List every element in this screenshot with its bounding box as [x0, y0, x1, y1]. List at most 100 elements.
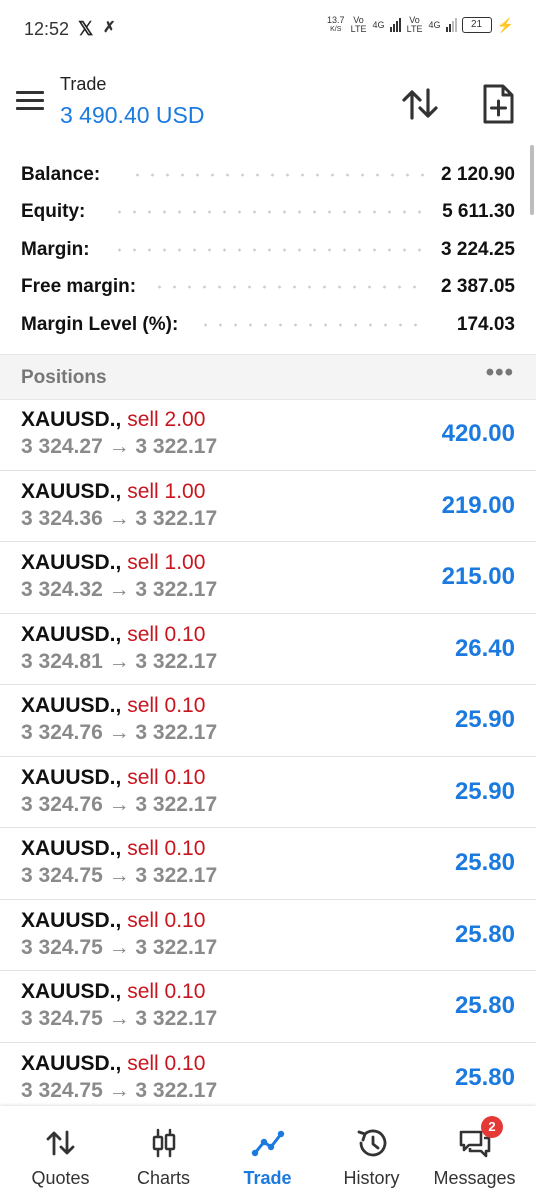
app-header: Trade 3 490.40 USD	[0, 60, 536, 144]
position-profit: 219.00	[441, 491, 515, 519]
nav-label: Messages	[433, 1168, 516, 1188]
nav-label: History	[343, 1168, 400, 1188]
history-icon	[357, 1129, 386, 1157]
position-row[interactable]: XAUUSD., sell 1.00 3 324.36 → 3 322.17 2…	[0, 471, 536, 542]
sort-icon[interactable]	[400, 84, 440, 124]
x-icon: 𝕏	[78, 19, 94, 40]
position-row[interactable]: XAUUSD., sell 2.00 3 324.27 → 3 322.17 4…	[0, 399, 536, 471]
position-symbol: XAUUSD.,	[21, 980, 122, 1003]
status-indicators: 13.7 K/S Vo LTE 4G Vo LTE 4G 21 ⚡	[327, 16, 514, 34]
charging-icon: ⚡	[496, 16, 514, 33]
position-profit: 25.90	[454, 706, 515, 733]
dotted-leader	[112, 247, 424, 252]
position-profit: 25.80	[454, 992, 515, 1019]
quotes-icon	[46, 1130, 74, 1156]
position-prices: 3 324.76 → 3 322.17	[21, 721, 218, 744]
position-row[interactable]: XAUUSD., sell 0.10 3 324.75 → 3 322.17 2…	[0, 900, 536, 971]
summary-row-balance: Balance: 2 120.90	[0, 156, 536, 194]
positions-list: XAUUSD., sell 2.00 3 324.27 → 3 322.17 4…	[0, 399, 536, 1114]
new-order-icon[interactable]	[478, 82, 518, 126]
summary-value: 174.03	[456, 313, 515, 335]
position-side: sell 0.10	[127, 1051, 206, 1075]
summary-label: Balance:	[21, 163, 101, 185]
positions-title: Positions	[21, 367, 107, 388]
position-side: sell 0.10	[127, 908, 206, 932]
charts-icon	[152, 1128, 175, 1158]
nav-label: Charts	[136, 1168, 190, 1188]
position-side: sell 0.10	[127, 765, 206, 789]
positions-header: Positions •••	[0, 354, 536, 400]
nav-label: Trade	[243, 1168, 292, 1188]
summary-row-margin-level: Margin Level (%): 174.03	[0, 306, 536, 344]
position-side: sell 1.00	[127, 479, 206, 503]
position-side: sell 1.00	[127, 551, 206, 574]
summary-value: 2 387.05	[441, 276, 515, 298]
sim1-tech: 4G	[372, 19, 385, 30]
sim2-volte: Vo LTE	[406, 15, 423, 34]
position-profit: 25.80	[454, 1063, 515, 1091]
nav-quotes[interactable]: Quotes	[7, 1106, 114, 1199]
summary-label: Margin:	[21, 238, 90, 260]
signal-icon	[389, 18, 401, 32]
position-side: sell 0.10	[127, 837, 206, 860]
position-profit: 25.90	[454, 777, 515, 805]
position-prices: 3 324.76 → 3 322.17	[21, 792, 218, 816]
sim2-tech: 4G	[428, 19, 441, 30]
position-row[interactable]: XAUUSD., sell 1.00 3 324.32 → 3 322.17 2…	[0, 542, 536, 614]
signal-icon	[445, 18, 457, 32]
sim1-volte: Vo LTE	[350, 15, 367, 34]
position-prices: 3 324.32 → 3 322.17	[21, 578, 218, 601]
account-summary: Balance: 2 120.90 Equity: 5 611.30 Margi…	[0, 156, 536, 344]
position-prices: 3 324.81 → 3 322.17	[21, 649, 218, 673]
nav-trade[interactable]: Trade	[214, 1106, 321, 1199]
position-prices: 3 324.75 → 3 322.17	[21, 935, 218, 959]
n-icon: ✗	[103, 19, 116, 36]
summary-label: Equity:	[21, 201, 86, 223]
dotted-leader	[130, 172, 424, 177]
position-prices: 3 324.36 → 3 322.17	[21, 506, 218, 530]
position-row[interactable]: XAUUSD., sell 0.10 3 324.76 → 3 322.17 2…	[0, 685, 536, 757]
summary-label: Margin Level (%):	[21, 313, 179, 335]
menu-icon[interactable]	[16, 91, 44, 111]
position-row[interactable]: XAUUSD., sell 0.10 3 324.75 → 3 322.17 2…	[0, 828, 536, 900]
summary-label: Free margin:	[21, 276, 137, 298]
dotted-leader	[152, 285, 424, 290]
position-side: sell 0.10	[127, 694, 206, 717]
bottom-nav: Quotes Charts Trade History 2 Messages	[0, 1106, 536, 1199]
dotted-leader	[198, 322, 424, 327]
summary-row-free-margin: Free margin: 2 387.05	[0, 269, 536, 307]
nav-history[interactable]: History	[318, 1106, 425, 1199]
nav-charts[interactable]: Charts	[110, 1106, 217, 1199]
position-side: sell 2.00	[127, 408, 206, 431]
position-prices: 3 324.75 → 3 322.17	[21, 1007, 218, 1030]
more-icon[interactable]: •••	[486, 359, 514, 387]
notification-badge: 2	[481, 1116, 503, 1138]
position-row[interactable]: XAUUSD., sell 0.10 3 324.75 → 3 322.17 2…	[0, 971, 536, 1043]
position-profit: 25.80	[454, 849, 515, 876]
position-row[interactable]: XAUUSD., sell 0.10 3 324.81 → 3 322.17 2…	[0, 614, 536, 685]
position-prices: 3 324.75 → 3 322.17	[21, 1078, 218, 1102]
net-speed: 13.7 K/S	[327, 15, 345, 34]
summary-value: 3 224.25	[441, 238, 515, 260]
position-symbol: XAUUSD.,	[21, 837, 122, 860]
position-symbol: XAUUSD.,	[21, 551, 122, 574]
position-profit: 420.00	[441, 420, 515, 447]
summary-row-margin: Margin: 3 224.25	[0, 231, 536, 269]
status-time: 12:52	[24, 19, 70, 39]
position-row[interactable]: XAUUSD., sell 0.10 3 324.76 → 3 322.17 2…	[0, 757, 536, 828]
battery-icon: 21	[461, 17, 492, 33]
position-symbol: XAUUSD.,	[21, 908, 122, 932]
position-side: sell 0.10	[127, 980, 206, 1003]
position-prices: 3 324.75 → 3 322.17	[21, 864, 218, 887]
header-amount: 3 490.40 USD	[60, 102, 205, 128]
position-profit: 25.80	[454, 920, 515, 948]
position-row[interactable]: XAUUSD., sell 0.10 3 324.75 → 3 322.17 2…	[0, 1043, 536, 1114]
summary-value: 2 120.90	[441, 163, 515, 185]
nav-messages[interactable]: 2 Messages	[421, 1106, 528, 1199]
summary-row-equity: Equity: 5 611.30	[0, 194, 536, 232]
position-symbol: XAUUSD.,	[21, 479, 122, 503]
position-profit: 26.40	[454, 634, 515, 662]
position-prices: 3 324.27 → 3 322.17	[21, 435, 218, 458]
position-symbol: XAUUSD.,	[21, 622, 122, 646]
summary-value: 5 611.30	[442, 201, 515, 223]
